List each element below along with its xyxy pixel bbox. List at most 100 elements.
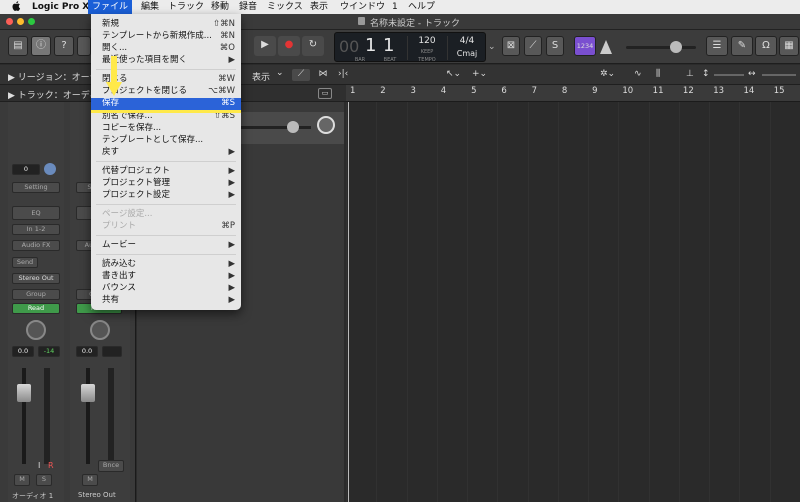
master-volume-slider[interactable] xyxy=(626,46,696,49)
submenu-arrow-icon: ▶ xyxy=(228,190,235,200)
menu-item-revert[interactable]: 戻す ▶ xyxy=(91,147,241,158)
apple-menu-icon[interactable] xyxy=(12,1,21,15)
loop-browser-button[interactable]: Ω xyxy=(755,36,777,56)
vertical-zoom-slider[interactable] xyxy=(714,74,744,76)
audio-fx-button[interactable]: Audio FX xyxy=(12,240,60,251)
catch-icon[interactable]: ›|‹ xyxy=(338,69,348,79)
mute-button[interactable]: M xyxy=(14,474,30,486)
menu-item-new-from-template[interactable]: テンプレートから新規作成... ⌘N xyxy=(91,31,241,42)
volume-fader-cap-2[interactable] xyxy=(81,384,95,402)
menu-record[interactable]: 録音 xyxy=(239,1,257,13)
metronome-icon[interactable] xyxy=(600,40,612,54)
menu-item-save-copy[interactable]: コピーを保存... xyxy=(91,123,241,134)
pointer-tool-icon[interactable]: ↖⌄ xyxy=(446,69,461,79)
menu-item-import[interactable]: 読み込む ▶ xyxy=(91,259,241,270)
volume-fader-cap[interactable] xyxy=(17,384,31,402)
automation-icon[interactable]: ⟋ xyxy=(292,69,310,81)
menu-navigate[interactable]: 移動 xyxy=(211,1,229,13)
lcd-keep-label: KEEP xyxy=(420,49,434,55)
menu-item-save-as-template[interactable]: テンプレートとして保存... xyxy=(91,135,241,146)
volume-fader-track[interactable] xyxy=(22,368,26,464)
bounce-button[interactable]: Bnce xyxy=(98,460,124,472)
record-enable-button[interactable]: R xyxy=(48,461,54,470)
view-menu[interactable]: 表示 xyxy=(252,70,270,83)
grid-line xyxy=(618,102,620,502)
ruler-bar-10: 10 xyxy=(622,86,634,96)
menu-item-alternatives[interactable]: 代替プロジェクト ▶ xyxy=(91,166,241,177)
equalizer-icon[interactable]: ⫼ xyxy=(656,69,660,79)
menu-help[interactable]: ヘルプ xyxy=(408,1,435,13)
horizontal-zoom-slider[interactable] xyxy=(762,74,796,76)
menu-window[interactable]: ウインドウ xyxy=(340,1,385,13)
menu-item-project-management[interactable]: プロジェクト管理 ▶ xyxy=(91,178,241,189)
pencil-tool-icon[interactable]: +⌄ xyxy=(472,69,487,79)
playhead[interactable] xyxy=(348,102,349,502)
inspector-button[interactable]: ⓘ xyxy=(31,36,51,56)
menu-item-movie[interactable]: ムービー ▶ xyxy=(91,240,241,251)
replace-button[interactable]: ⊠ xyxy=(502,36,520,56)
menu-item-save[interactable]: 保存 ⌘S xyxy=(91,98,241,110)
mute-button-2[interactable]: M xyxy=(82,474,98,486)
count-in-button[interactable]: 1234 xyxy=(574,36,596,56)
group-button[interactable]: Group xyxy=(12,289,60,300)
browser-button[interactable]: ▦ xyxy=(779,36,799,56)
record-button[interactable]: ● xyxy=(278,36,300,56)
send-button[interactable]: Send xyxy=(12,257,38,268)
menu-file[interactable]: ファイル xyxy=(88,0,133,14)
peak-level[interactable]: -14 xyxy=(38,346,60,357)
menu-edit[interactable]: 編集 xyxy=(141,1,159,13)
automation-read-button[interactable]: Read xyxy=(12,303,60,314)
close-window-button[interactable] xyxy=(6,18,13,25)
snap-icon[interactable]: ✲⌄ xyxy=(600,69,615,79)
list-editors-button[interactable]: ☰ xyxy=(706,36,728,56)
peak-level-2[interactable] xyxy=(102,346,122,357)
cycle-button[interactable]: ↻ xyxy=(302,36,324,56)
gain-knob[interactable] xyxy=(44,163,56,175)
output-button[interactable]: Stereo Out xyxy=(12,273,60,284)
document-icon xyxy=(358,17,365,25)
track-pan-knob[interactable] xyxy=(317,116,335,134)
eq-button[interactable]: EQ xyxy=(12,206,60,220)
volume-fader-track-2[interactable] xyxy=(86,368,90,464)
library-button[interactable]: ▤ xyxy=(8,36,28,56)
setting-button[interactable]: Setting xyxy=(12,182,60,193)
menu-item-project-settings[interactable]: プロジェクト設定 ▶ xyxy=(91,190,241,201)
vertical-zoom-icon[interactable]: ⊥ xyxy=(686,69,694,79)
lcd-chevron-icon[interactable]: ⌄ xyxy=(488,42,496,52)
menu-view[interactable]: 表示 xyxy=(310,1,328,13)
menu-one[interactable]: 1 xyxy=(392,1,398,13)
solo-button[interactable]: S xyxy=(546,36,564,56)
global-tracks-icon[interactable]: ▭ xyxy=(318,88,332,99)
app-menu[interactable]: Logic Pro X xyxy=(32,1,89,13)
input-button[interactable]: In 1-2 xyxy=(12,224,60,235)
flex-icon[interactable]: ⋈ xyxy=(314,69,332,81)
menu-item-export[interactable]: 書き出す ▶ xyxy=(91,271,241,282)
track-volume-knob[interactable] xyxy=(287,121,299,133)
waveform-zoom-icon[interactable]: ∿ xyxy=(634,69,642,79)
lcd-display[interactable]: 00 1 1 BAR BEAT 120 KEEP TEMPO 4/4 Cmaj xyxy=(334,32,486,63)
menu-item-bounce[interactable]: バウンス ▶ xyxy=(91,283,241,294)
input-monitor-button[interactable]: I xyxy=(38,461,40,470)
master-volume-knob[interactable] xyxy=(670,41,682,53)
pan-knob-2[interactable] xyxy=(90,320,110,340)
menu-mix[interactable]: ミックス xyxy=(267,1,303,13)
menu-item-open[interactable]: 開く... ⌘O xyxy=(91,43,241,54)
tuner-button[interactable]: ⟋ xyxy=(524,36,542,56)
notepad-button[interactable]: ✎ xyxy=(731,36,753,56)
toolbar-button[interactable] xyxy=(77,36,91,56)
menu-item-new[interactable]: 新規 ⇧⌘N xyxy=(91,19,241,30)
menu-track[interactable]: トラック xyxy=(168,1,204,13)
timeline-ruler[interactable]: 1 2 3 4 5 6 7 8 9 10 11 12 13 14 15 xyxy=(346,85,800,102)
gain-value[interactable]: 0 xyxy=(12,164,40,175)
quick-help-button[interactable]: ? xyxy=(54,36,74,56)
pan-knob[interactable] xyxy=(26,320,46,340)
minimize-window-button[interactable] xyxy=(17,18,24,25)
play-button[interactable]: ▶ xyxy=(254,36,276,56)
tracks-area[interactable] xyxy=(346,102,800,502)
solo-strip-button[interactable]: S xyxy=(36,474,52,486)
channel-strip-audio: 0 Setting EQ In 1-2 Audio FX Send Stereo… xyxy=(8,102,64,502)
zoom-window-button[interactable] xyxy=(28,18,35,25)
view-chevron-icon[interactable]: ⌄ xyxy=(276,68,284,78)
track-volume-slider[interactable] xyxy=(241,126,311,129)
menu-item-share[interactable]: 共有 ▶ xyxy=(91,295,241,306)
